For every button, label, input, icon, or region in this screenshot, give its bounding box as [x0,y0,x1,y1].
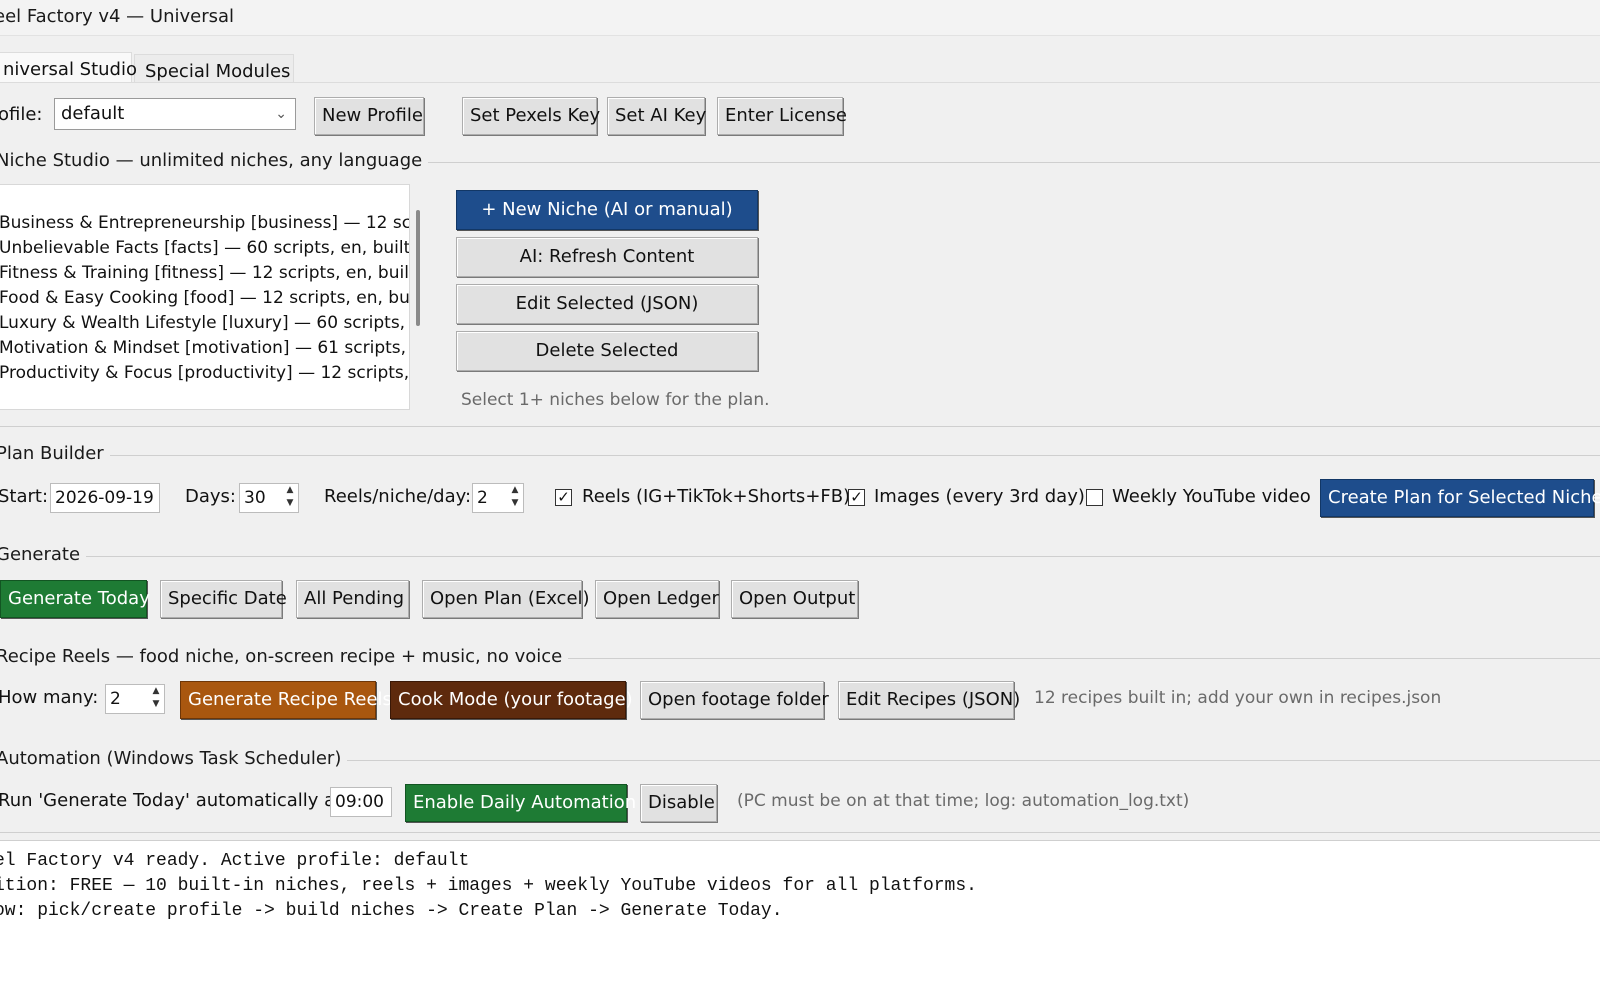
listbox-scrollbar[interactable] [416,210,420,326]
list-item[interactable]: Business & Entrepreneurship [business] —… [0,213,409,237]
youtube-checkbox[interactable] [1086,489,1103,506]
reels-checkbox[interactable]: ✓ [555,489,572,506]
days-value: 30 [244,488,266,508]
edit-selected-button[interactable]: Edit Selected (JSON) [456,284,758,324]
list-item[interactable]: Food & Easy Cooking [food] — 12 scripts,… [0,288,409,312]
window-title: eel Factory v4 — Universal [0,6,235,27]
list-item[interactable]: Productivity & Focus [productivity] — 12… [0,363,409,387]
how-many-label: How many: [0,687,99,708]
open-plan-button[interactable]: Open Plan (Excel) [422,580,590,618]
title-bar [0,0,1600,36]
tab-divider [0,82,1600,83]
specific-date-button[interactable]: Specific Date [160,580,287,618]
start-date-input[interactable]: 2026-09-19 [50,483,160,513]
days-spinbox[interactable]: 30 ▲ ▼ [239,483,299,513]
reels-checkbox-label: Reels (IG+TikTok+Shorts+FB) [582,486,851,507]
plan-builder-frame [0,455,1600,456]
open-output-button[interactable]: Open Output [731,580,858,618]
log-panel[interactable]: el Factory v4 ready. Active profile: def… [0,840,1600,1000]
set-pexels-key-button[interactable]: Set Pexels Key [462,97,600,135]
all-pending-button[interactable]: All Pending [296,580,409,618]
spin-arrows-icon[interactable]: ▲ ▼ [282,484,298,512]
new-niche-button[interactable]: + New Niche (AI or manual) [456,190,758,230]
reels-per-day-label: Reels/niche/day: [324,486,472,507]
niche-studio-label: Niche Studio — unlimited niches, any lan… [0,150,429,171]
list-item[interactable]: Fitness & Training [fitness] — 12 script… [0,263,409,287]
how-many-value: 2 [110,689,121,709]
enter-license-button[interactable]: Enter License [717,97,847,135]
images-checkbox[interactable]: ✓ [848,489,865,506]
section-divider [0,426,1600,427]
profile-label: ofile: [0,104,43,125]
list-item[interactable]: Luxury & Wealth Lifestyle [luxury] — 60 … [0,313,409,337]
new-profile-button[interactable]: New Profile [314,97,424,135]
profile-select[interactable]: default ⌄ [54,98,296,130]
open-ledger-button[interactable]: Open Ledger [595,580,719,618]
create-plan-button[interactable]: Create Plan for Selected Niches [1320,479,1600,517]
generate-recipe-reels-button[interactable]: Generate Recipe Reels [180,681,392,719]
generate-frame [0,556,1600,557]
delete-selected-button[interactable]: Delete Selected [456,331,758,371]
niche-hint: Select 1+ niches below for the plan. [461,390,770,410]
disable-automation-button[interactable]: Disable [640,784,717,822]
cook-mode-button[interactable]: Cook Mode (your footage) [390,681,633,719]
run-time-label: Run 'Generate Today' automatically at: [0,790,349,811]
reels-per-day-value: 2 [477,488,488,508]
set-ai-key-button[interactable]: Set AI Key [607,97,706,135]
generate-today-button[interactable]: Generate Today [0,580,150,618]
generate-label: Generate [0,544,87,565]
reels-per-day-spinbox[interactable]: 2 ▲ ▼ [472,483,524,513]
automation-label: Automation (Windows Task Scheduler) [0,748,348,769]
profile-value: default [61,103,125,124]
plan-builder-label: Plan Builder [0,443,110,464]
log-line: ow: pick/create profile -> build niches … [0,901,783,921]
enable-daily-automation-button[interactable]: Enable Daily Automation [405,784,636,822]
automation-note: (PC must be on at that time; log: automa… [737,791,1190,811]
recipe-note: 12 recipes built in; add your own in rec… [1034,688,1442,708]
log-line: ition: FREE — 10 built-in niches, reels … [0,876,977,896]
youtube-checkbox-label: Weekly YouTube video [1112,486,1311,507]
days-label: Days: [185,486,236,507]
automation-time-input[interactable]: 09:00 [330,787,392,817]
list-item[interactable]: Unbelievable Facts [facts] — 60 scripts,… [0,238,409,262]
recipe-reels-label: Recipe Reels — food niche, on-screen rec… [0,646,569,667]
spin-arrows-icon[interactable]: ▲ ▼ [148,685,164,713]
start-label: Start: [0,486,49,507]
niche-listbox[interactable]: Business & Entrepreneurship [business] —… [0,184,410,410]
log-line: el Factory v4 ready. Active profile: def… [0,851,470,871]
edit-recipes-button[interactable]: Edit Recipes (JSON) [838,681,1020,719]
spin-arrows-icon[interactable]: ▲ ▼ [507,484,523,512]
open-footage-folder-button[interactable]: Open footage folder [640,681,829,719]
section-divider [0,832,1600,833]
tab-universal-studio[interactable]: niversal Studio [0,52,137,82]
images-checkbox-label: Images (every 3rd day) [874,486,1085,507]
list-item[interactable]: Motivation & Mindset [motivation] — 61 s… [0,338,409,362]
how-many-spinbox[interactable]: 2 ▲ ▼ [105,684,165,714]
chevron-down-icon: ⌄ [275,106,287,122]
tab-special-modules[interactable]: Special Modules [134,54,294,82]
ai-refresh-content-button[interactable]: AI: Refresh Content [456,237,758,277]
